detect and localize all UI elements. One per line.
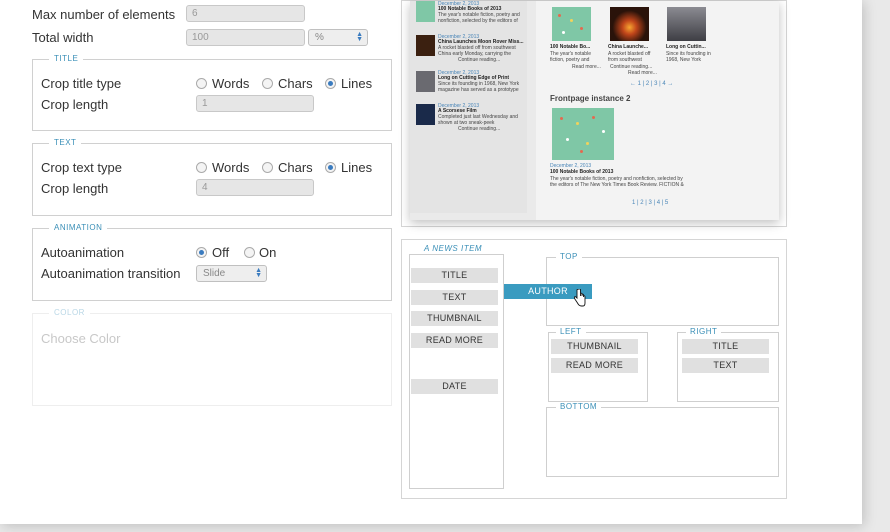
right-text-chip[interactable]: TEXT <box>682 358 769 373</box>
total-width-unit-select[interactable]: % ▲ ▼ <box>308 29 368 46</box>
right-title-chip[interactable]: TITLE <box>682 339 769 354</box>
max-elements-label: Max number of elements <box>32 7 176 22</box>
text-group-legend: TEXT <box>49 138 82 147</box>
autoanimation-off-radio[interactable] <box>196 247 207 258</box>
text-crop-length-label: Crop length <box>41 181 109 196</box>
title-chars-label: Chars <box>278 76 313 91</box>
preview-title: China Launche... <box>608 44 649 50</box>
preview-read-more: Read more... <box>628 70 657 76</box>
text-chars-label: Chars <box>278 160 313 175</box>
preview-read-more: Continue reading... <box>458 57 501 63</box>
preview-thumbnail <box>416 35 435 56</box>
color-group-legend: COLOR <box>49 308 90 317</box>
text-lines-label: Lines <box>341 160 373 175</box>
preview-text: A rocket blasted off from southwest Chin… <box>438 45 516 57</box>
preview-title: 100 Notable Books of 2013 <box>550 169 614 175</box>
color-group: COLOR Choose Color <box>32 308 392 406</box>
bottom-zone[interactable] <box>546 407 779 477</box>
palette-thumbnail-chip[interactable]: THUMBNAIL <box>411 311 498 326</box>
text-words-label: Words <box>212 160 250 175</box>
preview-text: The year's notable fiction, poetry and n… <box>550 176 684 188</box>
preview-pager-top[interactable]: ← 1 | 2 | 3 | 4 → <box>630 81 673 87</box>
preview-text: The year's notable fiction, poetry and n… <box>438 12 520 24</box>
text-lines-radio[interactable] <box>325 162 336 173</box>
preview-text: Since its founding in 1968, New York <box>666 51 711 63</box>
preview-featured-thumbnail <box>552 108 614 160</box>
preview-read-more: Continue reading... <box>458 126 501 132</box>
title-words-label: Words <box>212 76 250 91</box>
title-group-legend: TITLE <box>49 54 84 63</box>
title-crop-length-input[interactable]: 1 <box>196 95 314 112</box>
title-chars-radio[interactable] <box>262 78 273 89</box>
max-elements-input[interactable]: 6 <box>186 5 305 22</box>
autoanimation-transition-label: Autoanimation transition <box>41 266 181 281</box>
news-item-legend: A NEWS ITEM <box>420 244 487 253</box>
animation-group: ANIMATION Autoanimation Off On Autoanima… <box>32 223 392 301</box>
animation-group-legend: ANIMATION <box>49 223 108 232</box>
preview-pager-bottom[interactable]: 1 | 2 | 3 | 4 | 5 <box>632 200 668 206</box>
title-crop-length-label: Crop length <box>41 97 109 112</box>
text-crop-length-input[interactable]: 4 <box>196 179 314 196</box>
preview-thumbnail <box>416 71 435 92</box>
autoanimation-off-label: Off <box>212 245 230 260</box>
transition-value: Slide <box>203 268 226 279</box>
preview-page: December 2, 2013 100 Notable Books of 20… <box>410 1 779 220</box>
left-read-more-chip[interactable]: READ MORE <box>551 358 638 373</box>
autoanimation-transition-select[interactable]: Slide ▲ ▼ <box>196 265 267 282</box>
title-words-radio[interactable] <box>196 78 207 89</box>
preview-frame: December 2, 2013 100 Notable Books of 20… <box>401 0 787 227</box>
palette-read-more-chip[interactable]: READ MORE <box>411 333 498 348</box>
preview-text: A rocket blasted off from southwest <box>608 51 651 63</box>
preview-thumbnail <box>552 7 591 41</box>
left-zone-legend: LEFT <box>556 327 586 336</box>
preview-title: Long on Cuttin... <box>666 44 706 50</box>
top-zone-legend: TOP <box>556 252 582 261</box>
palette-title-chip[interactable]: TITLE <box>411 268 498 283</box>
total-width-label: Total width <box>32 30 94 45</box>
select-arrows-icon: ▲ ▼ <box>356 31 363 43</box>
preview-read-more: Read more... <box>572 64 601 70</box>
text-group: TEXT Crop text type Words Chars Lines Cr… <box>32 138 392 216</box>
right-zone-legend: RIGHT <box>686 327 722 336</box>
preview-section-title: Frontpage instance 2 <box>550 94 631 103</box>
preview-text: The year's notable fiction, poetry and <box>550 51 591 63</box>
preview-thumbnail <box>416 1 435 22</box>
preview-sidebar: December 2, 2013 100 Notable Books of 20… <box>410 1 527 213</box>
text-chars-radio[interactable] <box>262 162 273 173</box>
crop-title-type-label: Crop title type <box>41 76 122 91</box>
total-width-input[interactable]: 100 <box>186 29 305 46</box>
settings-panel: Max number of elements 6 Total width 100… <box>0 0 862 524</box>
palette-date-chip[interactable]: DATE <box>411 379 498 394</box>
choose-color-label[interactable]: Choose Color <box>41 331 121 346</box>
select-arrows-icon: ▲ ▼ <box>255 267 262 279</box>
title-group: TITLE Crop title type Words Chars Lines … <box>32 54 392 131</box>
autoanimation-on-radio[interactable] <box>244 247 255 258</box>
crop-text-type-label: Crop text type <box>41 160 122 175</box>
preview-text: Since its founding in 1968, New York mag… <box>438 81 520 93</box>
autoanimation-label: Autoanimation <box>41 245 125 260</box>
unit-value: % <box>315 32 324 43</box>
title-lines-radio[interactable] <box>325 78 336 89</box>
preview-thumbnail <box>416 104 435 125</box>
palette-text-chip[interactable]: TEXT <box>411 290 498 305</box>
preview-thumbnail <box>610 7 649 41</box>
preview-title: 100 Notable Bo... <box>550 44 591 50</box>
preview-thumbnail <box>667 7 706 41</box>
layout-editor: A NEWS ITEM TITLE TEXT THUMBNAIL READ MO… <box>401 239 787 499</box>
hand-cursor-icon <box>573 289 586 307</box>
title-lines-label: Lines <box>341 76 373 91</box>
preview-text: Completed just last Wednesday and shown … <box>438 114 518 126</box>
bottom-zone-legend: BOTTOM <box>556 402 602 411</box>
preview-main: 100 Notable Bo... The year's notable fic… <box>536 1 779 220</box>
text-words-radio[interactable] <box>196 162 207 173</box>
left-thumbnail-chip[interactable]: THUMBNAIL <box>551 339 638 354</box>
autoanimation-on-label: On <box>259 245 277 260</box>
